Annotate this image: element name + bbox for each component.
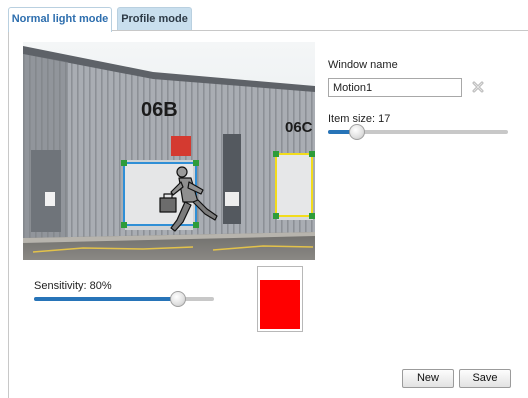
left-door [31,150,61,232]
resize-handle[interactable] [273,151,279,157]
save-button[interactable]: Save [459,369,511,388]
resize-handle[interactable] [121,160,127,166]
office-window-b [223,134,241,224]
sensitivity-slider[interactable] [34,291,214,307]
motion-window-2[interactable] [275,153,313,217]
resize-handle[interactable] [193,160,199,166]
unit-number-06b: 06B [141,99,178,121]
camera-scene: 06B 06C [23,42,315,260]
resize-handle[interactable] [273,213,279,219]
middle-sign [225,192,239,206]
left-sign [45,192,55,206]
new-button[interactable]: New [402,369,454,388]
slider-thumb[interactable] [348,124,365,140]
close-icon[interactable] [472,81,484,93]
unit-number-06c: 06C [285,119,313,136]
motion-activity-meter [257,266,303,332]
resize-handle[interactable] [309,151,315,157]
motion-indicator [171,136,191,156]
tab-profile-mode[interactable]: Profile mode [117,7,192,31]
activity-level-bar [260,279,300,329]
resize-handle[interactable] [121,222,127,228]
video-preview[interactable]: 06B 06C [23,42,315,260]
window-name-label: Window name [328,59,398,71]
resize-handle[interactable] [193,222,199,228]
resize-handle[interactable] [309,213,315,219]
tab-normal-light-mode[interactable]: Normal light mode [8,7,112,32]
slider-fill [34,297,178,301]
slider-thumb[interactable] [170,291,186,307]
window-name-input[interactable] [328,78,462,97]
item-size-slider[interactable] [328,124,508,140]
